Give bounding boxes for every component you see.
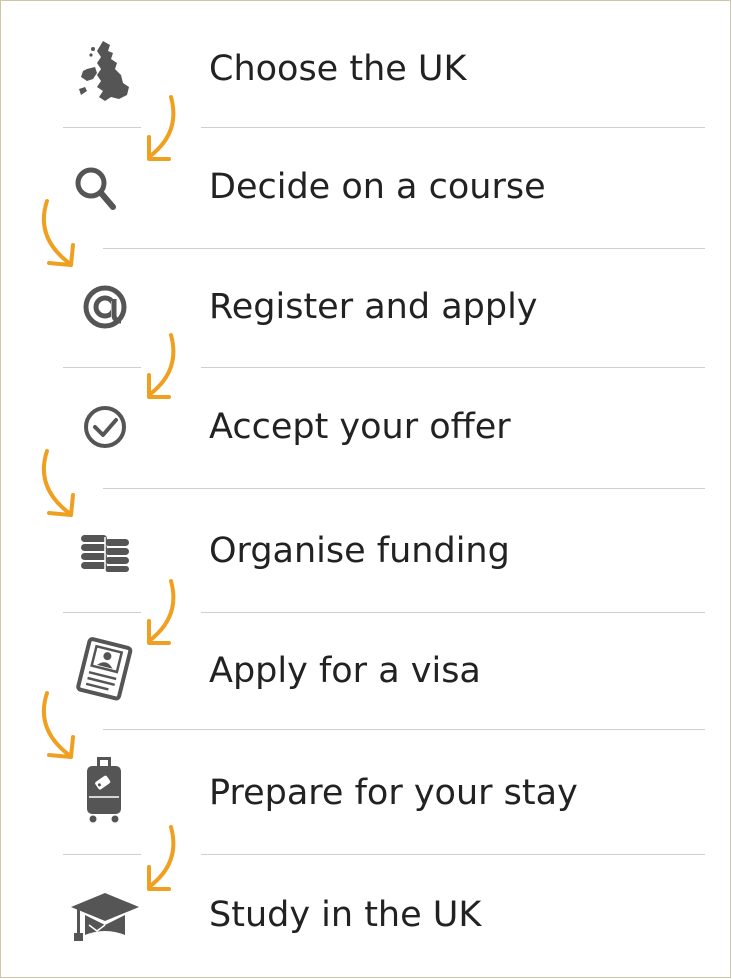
step-accept-offer: Accept your offer [1,397,732,457]
divider [63,612,141,613]
divider [201,612,705,613]
at-sign-icon [63,277,143,337]
arrow-icon [41,449,75,517]
step-study-uk: Study in the UK [1,885,732,945]
step-label: Study in the UK [209,895,482,935]
arrow-icon [41,199,75,267]
step-decide-course: Decide on a course [1,157,732,217]
divider [103,488,705,489]
divider [201,854,705,855]
divider [201,367,705,368]
divider [63,127,141,128]
process-frame: Choose the UK Decide on a course Registe… [0,0,731,978]
step-label: Choose the UK [209,49,467,89]
uk-map-icon [63,39,143,101]
step-label: Register and apply [209,287,538,327]
step-label: Apply for a visa [209,651,481,691]
step-apply-visa: Apply for a visa [1,637,732,701]
divider [103,248,705,249]
divider [103,729,705,730]
graduation-cap-icon [63,885,143,945]
step-label: Decide on a course [209,167,546,207]
step-register-apply: Register and apply [1,277,732,337]
divider [63,854,141,855]
divider [63,367,141,368]
suitcase-icon [63,757,143,823]
step-label: Organise funding [209,531,510,571]
step-choose-uk: Choose the UK [1,39,732,101]
divider [201,127,705,128]
step-label: Accept your offer [209,407,511,447]
step-label: Prepare for your stay [209,773,578,813]
coin-stacks-icon [63,521,143,581]
step-prepare-stay: Prepare for your stay [1,757,732,823]
step-organise-funding: Organise funding [1,521,732,581]
